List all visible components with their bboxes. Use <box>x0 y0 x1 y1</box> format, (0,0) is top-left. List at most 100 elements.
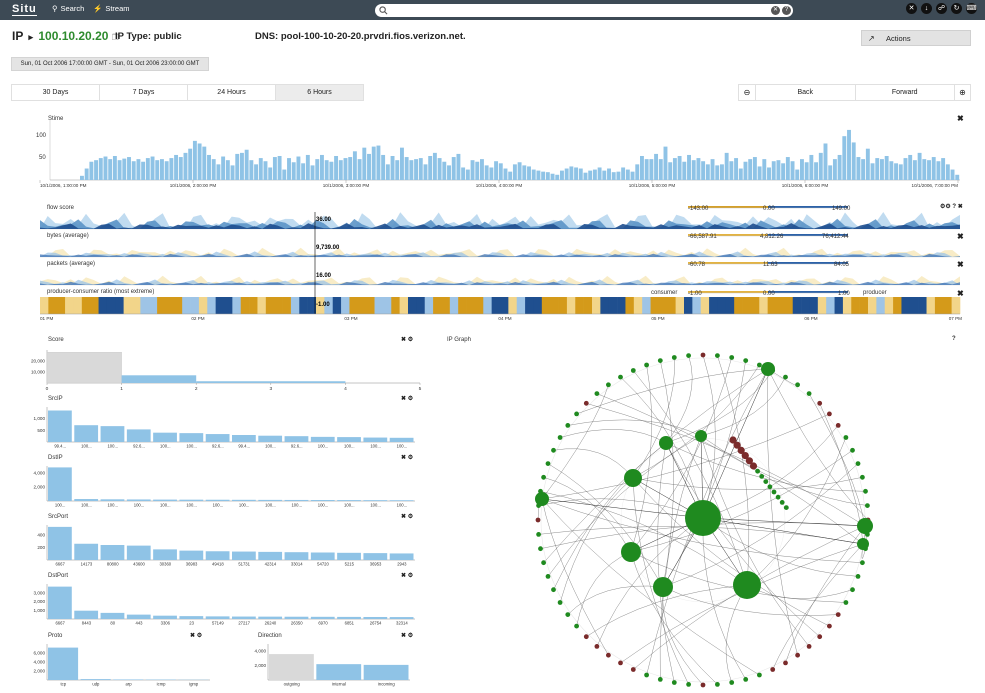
graph-node <box>770 667 776 672</box>
graph-node <box>574 623 579 629</box>
graph-edge <box>560 429 667 444</box>
graph-node <box>606 382 611 388</box>
graph-node <box>583 400 589 406</box>
graph-edge <box>553 448 634 479</box>
graph-node <box>535 517 541 523</box>
graph-edge <box>541 498 704 519</box>
graph-edge <box>746 584 853 599</box>
graph-node <box>653 577 673 597</box>
ip-graph <box>535 352 873 688</box>
graph-node <box>855 461 861 466</box>
graph-node <box>806 391 812 396</box>
graph-edge <box>541 498 609 656</box>
graph-edge <box>785 525 866 663</box>
graph-edge <box>553 442 667 590</box>
graph-node <box>557 600 563 605</box>
graph-node <box>865 503 870 508</box>
graph-node <box>860 560 865 566</box>
graph-node <box>860 474 865 480</box>
graph-node <box>545 574 551 579</box>
graph-node <box>686 353 691 358</box>
graph-node <box>850 587 855 593</box>
graph-node <box>715 682 720 687</box>
graph-node <box>855 574 861 579</box>
graph-node <box>757 672 762 678</box>
graph-node <box>783 660 788 666</box>
graph-node <box>621 542 641 562</box>
graph-edge <box>746 437 847 586</box>
graph-node <box>671 680 677 685</box>
graph-node <box>857 518 873 534</box>
graph-node <box>749 462 758 470</box>
graph-node <box>671 355 677 360</box>
graph-node <box>538 546 543 552</box>
graph-node <box>806 644 812 649</box>
graph-edge <box>632 477 863 490</box>
graph-edge <box>620 543 864 664</box>
graph-node <box>843 600 849 605</box>
graph-node <box>757 362 762 368</box>
graph-node <box>759 474 765 479</box>
graph-node <box>715 353 720 358</box>
graph-node <box>783 505 789 510</box>
graph-node <box>767 484 773 490</box>
graph-node <box>659 436 673 450</box>
graph-node <box>541 560 546 566</box>
graph-node <box>755 468 760 474</box>
graph-node <box>630 368 636 373</box>
graph-node <box>624 469 642 487</box>
graph-node <box>657 358 663 363</box>
graph-edge <box>767 368 798 656</box>
graph-node <box>729 355 735 360</box>
graph-node <box>795 652 800 658</box>
graph-node <box>618 660 623 666</box>
graph-node <box>565 612 571 617</box>
graph-node <box>574 411 579 417</box>
graph-node <box>644 362 649 368</box>
graph-node <box>606 652 611 658</box>
graph-node <box>541 474 546 480</box>
graph-edge <box>567 419 702 437</box>
graph-node <box>827 623 832 629</box>
graph-node <box>835 612 841 617</box>
graph-node <box>775 494 781 500</box>
graph-node <box>594 644 600 649</box>
graph-node <box>779 500 785 505</box>
graph-node <box>729 680 735 685</box>
graph-node <box>657 677 663 682</box>
graph-node <box>618 374 623 380</box>
graph-node <box>817 400 823 406</box>
graph-node <box>795 382 800 388</box>
graph-node <box>763 479 769 484</box>
graph-node <box>630 667 636 672</box>
graph-node <box>827 411 832 417</box>
graph-node <box>551 587 556 593</box>
graph-node <box>817 634 823 640</box>
graph-node <box>565 423 571 428</box>
graph-node <box>536 532 541 537</box>
graph-node <box>863 488 868 494</box>
graph-node <box>743 358 749 363</box>
graph-edge <box>662 360 746 588</box>
graph-node <box>551 447 556 453</box>
graph-node <box>733 571 761 599</box>
hub-main <box>685 500 721 536</box>
graph-node <box>686 682 691 687</box>
graph-node <box>771 489 777 495</box>
graph-node <box>594 391 600 396</box>
graph-node <box>557 435 563 440</box>
graph-node <box>700 352 706 358</box>
graph-node <box>743 677 749 682</box>
graph-node <box>850 447 855 453</box>
graph-node <box>857 538 869 550</box>
graph-node <box>835 423 841 428</box>
graph-node <box>583 634 589 640</box>
graph-edge <box>725 584 748 683</box>
graph-node <box>843 435 849 440</box>
graph-node <box>761 362 775 376</box>
graph-node <box>535 492 549 506</box>
graph-edge <box>576 551 632 627</box>
graph-node <box>783 374 788 380</box>
graph-edge <box>543 368 769 563</box>
graph-node <box>644 672 649 678</box>
